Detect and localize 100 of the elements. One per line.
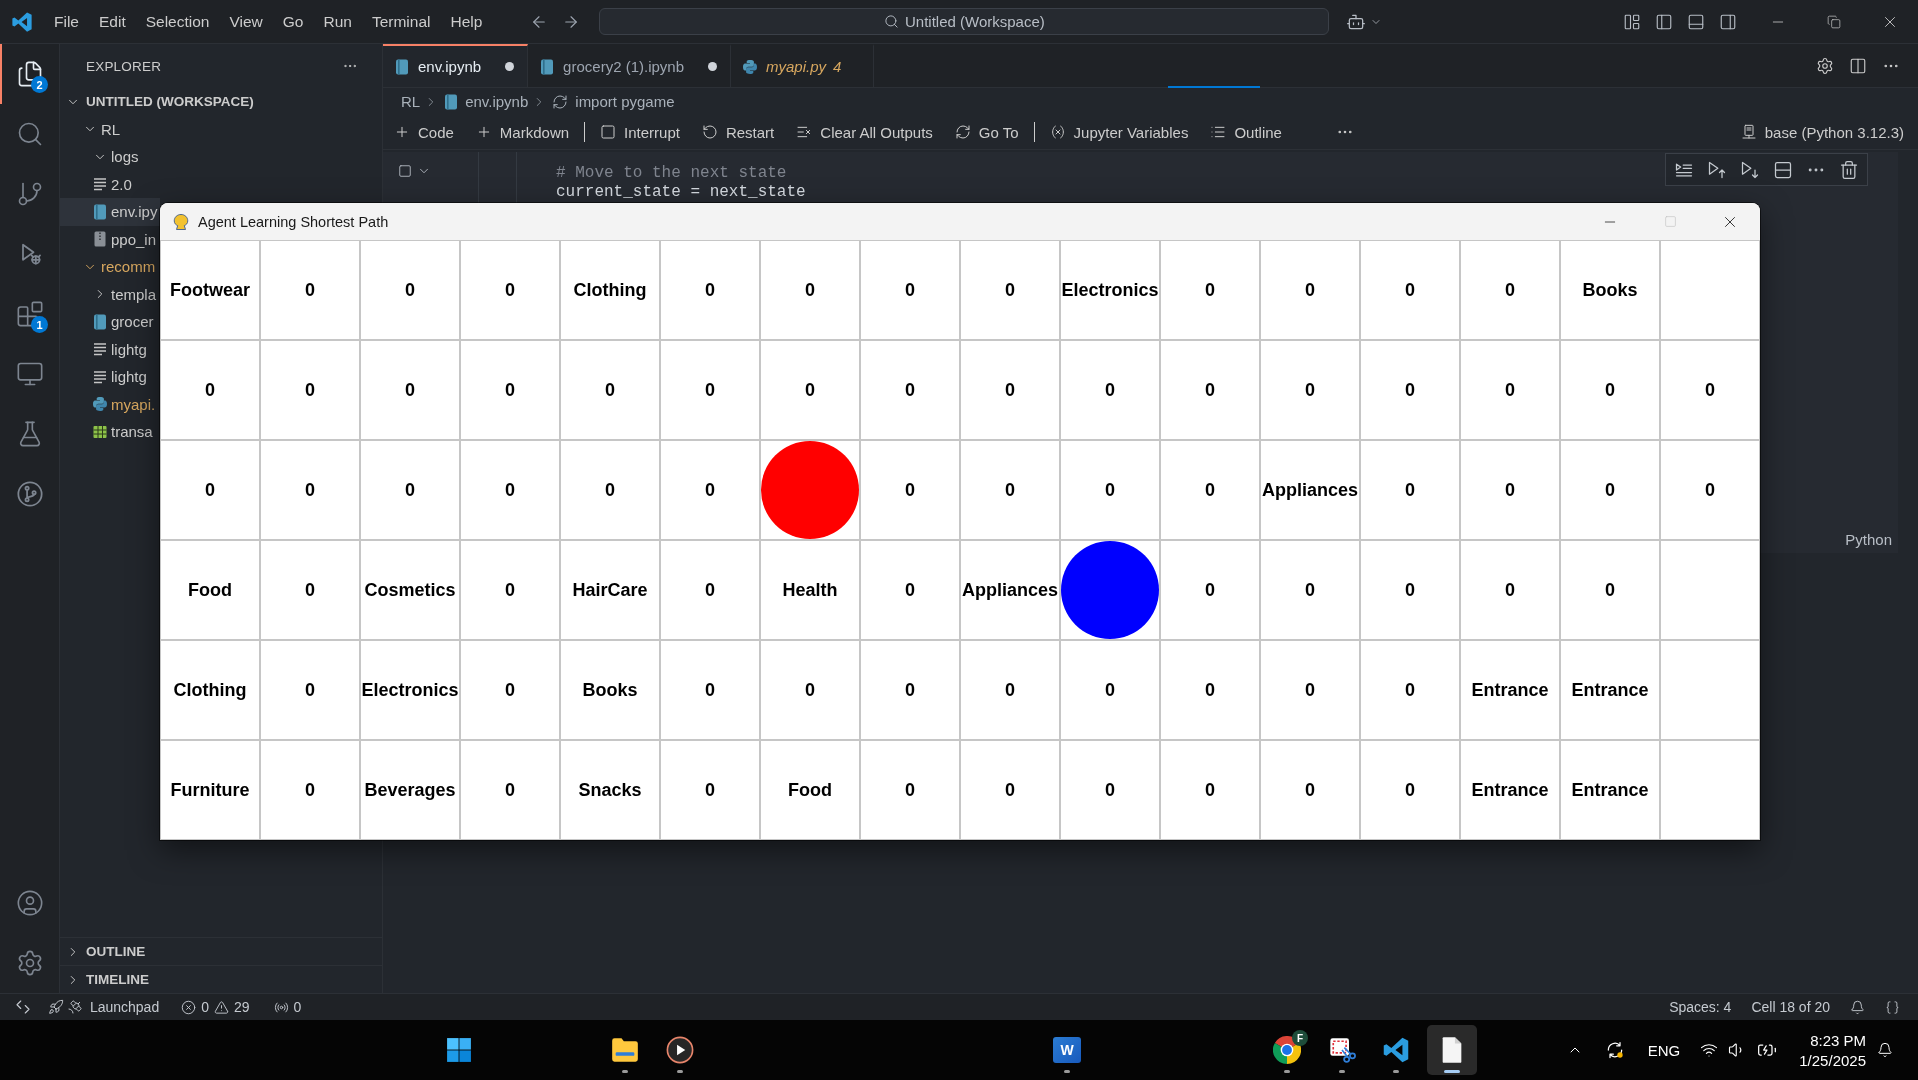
board-cell: 0 — [860, 640, 960, 740]
remote-icon[interactable] — [14, 998, 32, 1016]
clock-time[interactable]: 8:23 PM — [1810, 1031, 1866, 1049]
document-app-button[interactable]: W — [1042, 1025, 1092, 1075]
split-cell-icon[interactable] — [1773, 159, 1793, 180]
board-cell: 0 — [1160, 740, 1260, 840]
ports-item[interactable]: 0 — [267, 999, 308, 1015]
unsaved-dot-icon[interactable] — [707, 62, 717, 71]
tree-entry[interactable]: env.ipy — [60, 198, 160, 226]
tree-entry[interactable]: myapi. — [60, 390, 160, 418]
workspace-header[interactable]: UNTITLED (WORKSPACE) — [60, 88, 382, 116]
extensions-button[interactable]: 1 — [0, 284, 59, 344]
panel-right-icon[interactable] — [1719, 12, 1737, 31]
menu-item[interactable]: View — [219, 8, 273, 35]
board-cell: 0 — [960, 240, 1060, 340]
menu-item[interactable]: File — [44, 8, 89, 35]
unsaved-dot-icon[interactable] — [504, 62, 514, 71]
tree-entry[interactable]: lightg — [60, 363, 160, 391]
python-logo-icon — [93, 397, 107, 412]
tree-entry[interactable]: lightg — [60, 335, 160, 363]
board-cell: 0 — [860, 740, 960, 840]
input-language[interactable]: ENG — [1647, 1041, 1681, 1059]
notepad-app-button[interactable] — [1427, 1025, 1477, 1075]
breadcrumb-item[interactable]: import pygame — [552, 93, 675, 110]
tree-entry[interactable]: 2.0 — [60, 170, 160, 198]
outline-button[interactable]: Outline — [1204, 119, 1288, 145]
board-cell: 0 — [1360, 740, 1460, 840]
board-cell: Appliances — [960, 540, 1060, 640]
launchpad-item[interactable]: Launchpad — [42, 999, 166, 1015]
breadcrumb-item[interactable]: RL — [401, 93, 421, 110]
folder-item[interactable]: recomm — [60, 253, 160, 281]
board-cell: 0 — [260, 340, 360, 440]
menu-item[interactable]: Edit — [89, 8, 136, 35]
archive-file-icon — [93, 231, 107, 248]
variables-button[interactable]: Jupyter Variables — [1043, 119, 1195, 145]
command-center-search[interactable]: Untitled (Workspace) — [599, 8, 1330, 35]
bell-icon[interactable] — [1850, 999, 1865, 1015]
browser-app-button[interactable]: F — [1262, 1025, 1312, 1075]
code-line: current_state = next_state — [556, 183, 806, 202]
settings-icon[interactable] — [1816, 56, 1834, 75]
board-cell: Clothing — [560, 240, 660, 340]
interrupt-button[interactable]: Interrupt — [594, 119, 686, 145]
restore-icon[interactable] — [1827, 14, 1841, 29]
board-cell: 0 — [560, 440, 660, 540]
board-cell: 0 — [860, 440, 960, 540]
tree-entry[interactable]: transa — [60, 418, 160, 446]
board-cell: 0 — [1260, 340, 1360, 440]
board-cell: 0 — [960, 640, 1060, 740]
cell-position-item[interactable]: Cell 18 of 20 — [1751, 999, 1830, 1015]
board-cell: 0 — [660, 740, 760, 840]
menu-item[interactable]: Go — [272, 8, 314, 35]
restart-button[interactable]: Restart — [695, 119, 781, 145]
folder-item[interactable]: logs — [60, 143, 160, 171]
kernel-picker[interactable]: base (Python 3.12.3) — [1740, 123, 1904, 141]
editor-tab[interactable]: env.ipynb — [383, 44, 529, 87]
windows-logo-icon[interactable] — [446, 1037, 472, 1063]
board-cell: 0 — [660, 540, 760, 640]
tree-entry[interactable]: ppo_in — [60, 225, 160, 253]
panel-bottom-icon[interactable] — [1687, 12, 1705, 31]
board-cell: 0 — [1460, 540, 1560, 640]
indentation-item[interactable]: Spaces: 4 — [1669, 999, 1732, 1015]
add-code-button[interactable]: Code — [388, 119, 460, 145]
trash-icon[interactable] — [1839, 159, 1859, 180]
tree-entry[interactable]: grocer — [60, 308, 160, 336]
clear-outputs-button[interactable]: Clear All Outputs — [790, 119, 939, 145]
square-icon[interactable] — [398, 164, 412, 178]
variable-icon — [1049, 124, 1066, 140]
board-cell: 0 — [860, 340, 960, 440]
menu-item[interactable]: Terminal — [361, 8, 441, 35]
split-editor-icon[interactable] — [1849, 56, 1867, 75]
board-cell: 0 — [1460, 240, 1560, 340]
folder-item[interactable]: RL — [60, 115, 160, 143]
sidebar-title: EXPLORER — [86, 58, 162, 74]
play-circle-icon — [666, 1036, 694, 1064]
board-cell: 0 — [160, 340, 260, 440]
notebook-file-icon — [540, 58, 555, 75]
board-cell: 0 — [1260, 640, 1360, 740]
menu-item[interactable]: Run — [313, 8, 362, 35]
run-above-icon[interactable] — [1707, 159, 1727, 180]
folder-item[interactable]: templa — [60, 280, 160, 308]
sidebar-section-header[interactable]: OUTLINE — [60, 937, 382, 965]
menu-item[interactable]: Help — [440, 8, 493, 35]
breadcrumb-item[interactable]: env.ipynb — [444, 93, 529, 110]
clock-date[interactable]: 1/25/2025 — [1799, 1051, 1866, 1069]
board-cell: Entrance — [1460, 740, 1560, 840]
problems-item[interactable]: 0 29 — [175, 999, 256, 1015]
braces-icon[interactable] — [1885, 999, 1900, 1015]
go-to-button[interactable]: Go To — [948, 119, 1025, 145]
cell-language-label[interactable]: Python — [1845, 531, 1892, 548]
board-cell: Snacks — [560, 740, 660, 840]
add-markdown-button[interactable]: Markdown — [469, 119, 576, 145]
board-cell: Furniture — [160, 740, 260, 840]
run-below-icon[interactable] — [1740, 159, 1760, 180]
menu-item[interactable]: Selection — [135, 8, 220, 35]
bell-icon[interactable] — [1877, 1042, 1893, 1058]
board-cell: 0 — [1160, 640, 1260, 740]
panel-left-icon[interactable] — [1655, 12, 1673, 31]
code-editor-logo-icon[interactable] — [11, 10, 33, 33]
customize-layout-icon[interactable] — [1623, 12, 1641, 31]
board-cell: Health — [760, 540, 860, 640]
